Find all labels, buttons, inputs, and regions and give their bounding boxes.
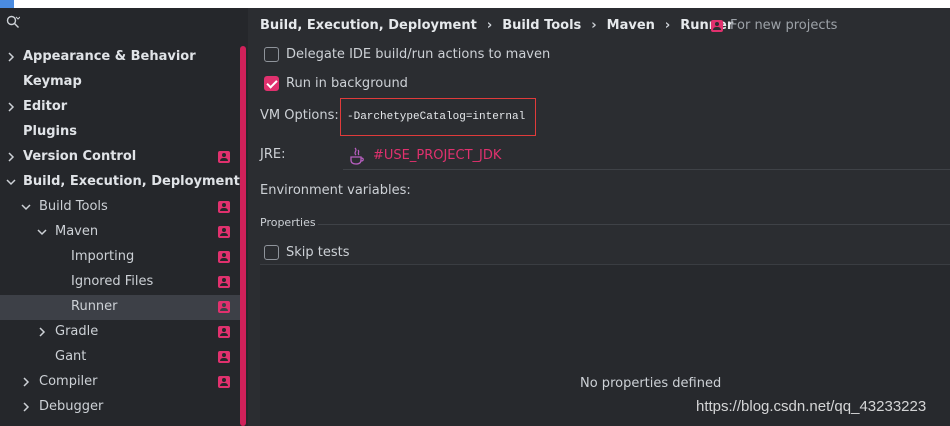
sidebar-item-runner[interactable]: Runner xyxy=(0,295,240,320)
sidebar-item-gant[interactable]: Gant xyxy=(0,345,240,370)
chevron-down-icon[interactable] xyxy=(36,226,48,238)
properties-section-title: Properties xyxy=(260,216,316,229)
breadcrumb-separator: › xyxy=(591,18,597,33)
settings-content: Build, Execution, Deployment › Build Too… xyxy=(248,8,950,426)
breadcrumb-item[interactable]: Build Tools xyxy=(502,18,581,33)
top-strip xyxy=(0,0,950,8)
sidebar-item-label: Importing xyxy=(71,249,135,264)
sidebar-item-ignored-files[interactable]: Ignored Files xyxy=(0,270,240,295)
breadcrumb: Build, Execution, Deployment › Build Too… xyxy=(260,18,733,33)
project-scope-icon xyxy=(218,326,230,338)
search-icon[interactable] xyxy=(6,15,20,29)
chevron-right-icon[interactable] xyxy=(5,51,17,63)
project-scope-icon xyxy=(218,376,230,388)
sidebar-item-maven[interactable]: Maven xyxy=(0,220,240,245)
sidebar-item-version-control[interactable]: Version Control xyxy=(0,145,240,170)
settings-sidebar: Appearance & Behavior Keymap Editor Plug… xyxy=(0,8,248,426)
sidebar-item-label: Build Tools xyxy=(39,199,108,214)
jre-select[interactable]: #USE_PROJECT_JDK xyxy=(343,142,950,170)
sidebar-item-label: Build, Execution, Deployment xyxy=(23,174,240,189)
jre-value: #USE_PROJECT_JDK xyxy=(373,148,502,163)
sidebar-item-label: Runner xyxy=(71,299,118,314)
sidebar-item-label: Editor xyxy=(23,99,68,114)
sidebar-item-gradle[interactable]: Gradle xyxy=(0,320,240,345)
chevron-down-icon[interactable] xyxy=(5,176,17,188)
java-icon xyxy=(350,147,364,165)
section-divider xyxy=(318,224,950,225)
project-scope-icon xyxy=(711,19,723,32)
jre-label: JRE: xyxy=(260,147,286,162)
sidebar-item-label: Gant xyxy=(55,349,87,364)
project-scope-icon xyxy=(218,201,230,213)
delegate-option[interactable]: Delegate IDE build/run actions to maven xyxy=(264,47,550,62)
sidebar-item-label: Plugins xyxy=(23,124,77,139)
sidebar-item-build-execution-deployment[interactable]: Build, Execution, Deployment xyxy=(0,170,240,195)
project-scope-icon xyxy=(218,251,230,263)
sidebar-item-label: Debugger xyxy=(39,399,104,414)
sidebar-item-label: Gradle xyxy=(55,324,99,339)
project-scope-icon xyxy=(218,276,230,288)
vm-options-label: VM Options: xyxy=(260,108,339,123)
chevron-right-icon[interactable] xyxy=(20,401,32,413)
app-icon xyxy=(0,0,14,8)
breadcrumb-item[interactable]: Maven xyxy=(607,18,655,33)
chevron-down-icon[interactable] xyxy=(20,201,32,213)
sidebar-item-appearance-behavior[interactable]: Appearance & Behavior xyxy=(0,45,240,70)
search-input[interactable] xyxy=(26,14,226,30)
breadcrumb-separator: › xyxy=(664,18,671,33)
empty-state-text: No properties defined xyxy=(580,376,722,391)
vm-options-input[interactable] xyxy=(340,98,536,136)
chevron-right-icon[interactable] xyxy=(36,326,48,338)
sidebar-scrollbar[interactable] xyxy=(240,46,246,426)
sidebar-item-build-tools[interactable]: Build Tools xyxy=(0,195,240,220)
run-in-background-option[interactable]: Run in background xyxy=(264,76,408,91)
sidebar-item-keymap[interactable]: Keymap xyxy=(0,70,240,95)
sidebar-item-label: Compiler xyxy=(39,374,98,389)
sidebar-item-label: Version Control xyxy=(23,149,137,164)
run-in-background-checkbox[interactable] xyxy=(264,76,279,91)
breadcrumb-item[interactable]: Build, Execution, Deployment xyxy=(260,18,477,33)
sidebar-item-label: Appearance & Behavior xyxy=(23,49,196,64)
chevron-right-icon[interactable] xyxy=(20,376,32,388)
watermark: https://blog.csdn.net/qq_43233223 xyxy=(696,398,927,415)
skip-tests-option[interactable]: Skip tests xyxy=(264,245,350,260)
environment-variables-label: Environment variables: xyxy=(260,183,411,198)
chevron-right-icon[interactable] xyxy=(5,151,17,163)
delegate-label: Delegate IDE build/run actions to maven xyxy=(286,47,551,62)
delegate-checkbox[interactable] xyxy=(264,47,279,62)
sidebar-item-editor[interactable]: Editor xyxy=(0,95,240,120)
sidebar-item-label: Keymap xyxy=(23,74,82,89)
skip-tests-checkbox[interactable] xyxy=(264,245,279,260)
sidebar-item-label: Maven xyxy=(55,224,99,239)
scope-indicator: For new projects xyxy=(711,18,837,33)
sidebar-item-debugger[interactable]: Debugger xyxy=(0,395,240,420)
project-scope-icon xyxy=(218,151,230,163)
search-bar xyxy=(0,8,248,36)
sidebar-item-importing[interactable]: Importing xyxy=(0,245,240,270)
run-in-background-label: Run in background xyxy=(286,76,408,91)
scope-label: For new projects xyxy=(730,18,838,33)
sidebar-item-plugins[interactable]: Plugins xyxy=(0,120,240,145)
project-scope-icon xyxy=(218,226,230,238)
chevron-right-icon[interactable] xyxy=(5,101,17,113)
skip-tests-label: Skip tests xyxy=(286,245,350,260)
breadcrumb-separator: › xyxy=(486,18,493,33)
sidebar-item-compiler[interactable]: Compiler xyxy=(0,370,240,395)
sidebar-item-label: Ignored Files xyxy=(71,274,154,289)
project-scope-icon xyxy=(218,351,230,363)
project-scope-icon xyxy=(218,301,230,313)
